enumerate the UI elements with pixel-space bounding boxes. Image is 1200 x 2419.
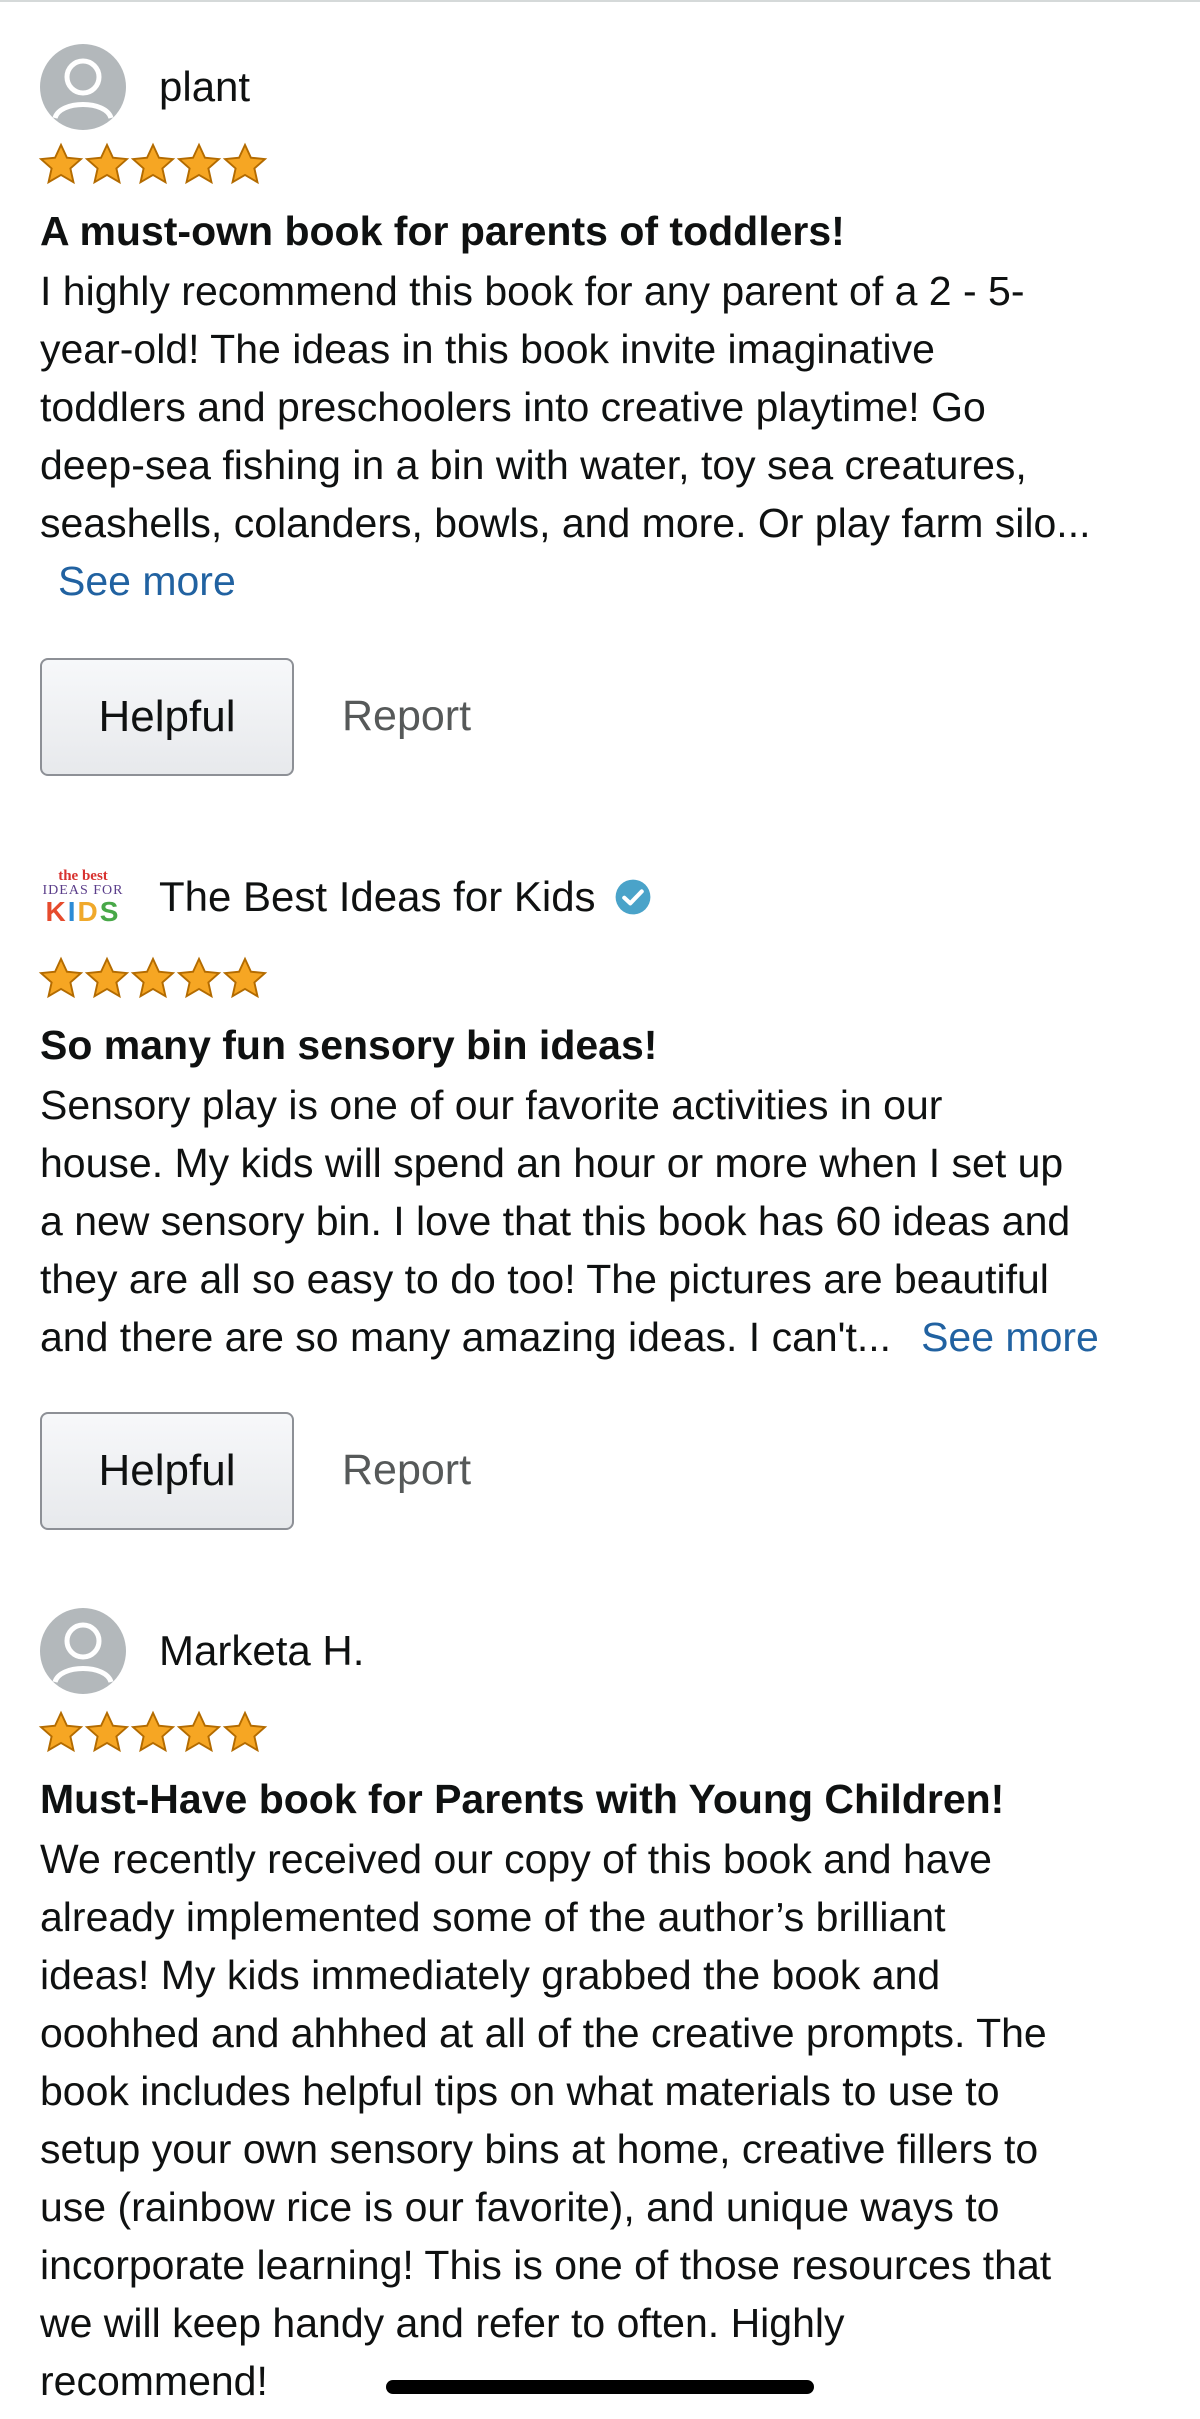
star-icon (176, 142, 222, 185)
star-icon (130, 142, 176, 185)
star-rating (38, 956, 268, 1002)
report-link[interactable]: Report (342, 1446, 471, 1495)
reviewer-profile[interactable]: plant (40, 42, 250, 132)
star-icon (130, 956, 176, 999)
review-body-line: house. My kids will spend an hour or mor… (40, 1140, 1064, 1186)
star-icon (84, 956, 130, 999)
reviewer-profile[interactable]: Marketa H. (40, 1606, 364, 1696)
review-body-line: they are all so easy to do too! The pict… (40, 1256, 1049, 1302)
helpful-button[interactable]: Helpful (40, 658, 294, 776)
review-title: So many fun sensory bin ideas! (40, 1022, 658, 1068)
top-divider (0, 0, 1200, 2)
review-body-line: ideas! My kids immediately grabbed the b… (40, 1952, 941, 1998)
star-icon (38, 956, 84, 999)
review-body-line: Sensory play is one of our favorite acti… (40, 1082, 943, 1128)
review-body-line: deep-sea fishing in a bin with water, to… (40, 442, 1027, 488)
review-body-line: toddlers and preschoolers into creative … (40, 384, 986, 430)
star-icon (222, 956, 268, 999)
star-icon (222, 1710, 268, 1753)
review-body: We recently received our copy of this bo… (40, 1830, 1170, 2410)
review-body-line: We recently received our copy of this bo… (40, 1836, 992, 1882)
review-body-line: use (rainbow rice is our favorite), and … (40, 2184, 1000, 2230)
star-rating (38, 142, 268, 188)
review-body: I highly recommend this book for any par… (40, 262, 1170, 610)
report-link[interactable]: Report (342, 692, 471, 741)
review-body-line: year-old! The ideas in this book invite … (40, 326, 935, 372)
review-body-line: and there are so many amazing ideas. I c… (40, 1314, 892, 1360)
user-avatar-icon (40, 44, 126, 130)
see-more-link[interactable]: See more (921, 1314, 1099, 1360)
review-body-line: setup your own sensory bins at home, cre… (40, 2126, 1039, 2172)
review-title: Must-Have book for Parents with Young Ch… (40, 1776, 1005, 1822)
review-title: A must-own book for parents of toddlers! (40, 208, 845, 254)
review-body-line: ooohhed and ahhhed at all of the creativ… (40, 2010, 1047, 2056)
review-body-line: incorporate learning! This is one of tho… (40, 2242, 1052, 2288)
star-icon (84, 1710, 130, 1753)
star-icon (38, 1710, 84, 1753)
star-icon (84, 142, 130, 185)
star-icon (176, 956, 222, 999)
user-avatar-icon (40, 1608, 126, 1694)
review-body-line: book includes helpful tips on what mater… (40, 2068, 1000, 2114)
star-icon (38, 142, 84, 185)
star-icon (222, 142, 268, 185)
helpful-button[interactable]: Helpful (40, 1412, 294, 1530)
review-body-line: I highly recommend this book for any par… (40, 268, 1025, 314)
review-body-line: seashells, colanders, bowls, and more. O… (40, 500, 1091, 546)
reviewer-name: The Best Ideas for Kids (159, 873, 596, 920)
review-body-line: already implemented some of the author’s… (40, 1894, 946, 1940)
review-body-line: a new sensory bin. I love that this book… (40, 1198, 1071, 1244)
reviewer-name: Marketa H. (159, 1627, 365, 1674)
see-more-link[interactable]: See more (58, 558, 236, 604)
review-body: Sensory play is one of our favorite acti… (40, 1076, 1170, 1366)
star-rating (38, 1710, 268, 1756)
star-icon (176, 1710, 222, 1753)
verified-check-icon (615, 879, 650, 915)
reviewer-name: plant (159, 63, 251, 110)
home-indicator[interactable] (386, 2380, 814, 2394)
star-icon (130, 1710, 176, 1753)
brand-logo: the best IDEAS FOR KIDS (42, 867, 124, 927)
reviewer-profile[interactable]: the best IDEAS FOR KIDS The Best Ideas f… (40, 852, 652, 942)
review-body-line: we will keep handy and refer to often. H… (40, 2300, 845, 2346)
